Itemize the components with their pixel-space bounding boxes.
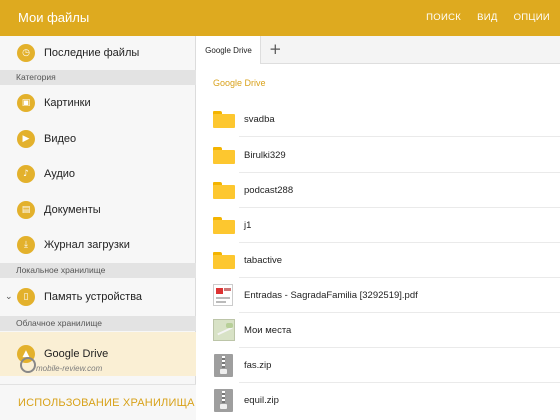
sidebar-item-label: Google Drive (44, 348, 109, 360)
file-name: Мои места (244, 324, 292, 336)
file-name: Birulki329 (244, 149, 286, 161)
file-name: svadba (244, 113, 275, 125)
folder-icon (213, 216, 235, 234)
watermark: mobile-review.com (36, 364, 103, 373)
list-item[interactable]: Entradas - SagradaFamilia [3292519].pdf (197, 277, 560, 313)
section-header-local-storage: Локальное хранилище (0, 263, 196, 278)
list-item[interactable]: tabactive (197, 242, 560, 278)
list-item[interactable]: j1 (197, 207, 560, 243)
file-name: j1 (244, 219, 252, 231)
image-icon: ▣ (17, 94, 35, 112)
pdf-file-icon (213, 284, 233, 306)
clock-icon: ◷ (17, 44, 35, 62)
sidebar-item-label: Видео (44, 133, 77, 145)
folder-icon (213, 146, 235, 164)
list-item[interactable]: svadba (197, 101, 560, 137)
sidebar-item-images[interactable]: ▣ Картинки (0, 86, 196, 120)
chevron-down-icon[interactable]: ⌄ (5, 292, 13, 302)
section-header-cloud-storage: Облачное хранилище (0, 316, 196, 331)
sidebar-item-label: Документы (44, 204, 101, 216)
file-name: Entradas - SagradaFamilia [3292519].pdf (244, 289, 418, 301)
sidebar-item-recent-files[interactable]: ◷ Последние файлы (0, 36, 196, 70)
document-icon: ▤ (17, 201, 35, 219)
file-name: equil.zip (244, 394, 279, 406)
sidebar-item-label: Картинки (44, 97, 91, 109)
plus-icon[interactable]: + (269, 40, 282, 58)
map-icon (213, 319, 235, 341)
tab-bar: Google Drive + (197, 36, 560, 64)
folder-icon (213, 251, 235, 269)
app-bar: Мои файлы ПОИСК ВИД ОПЦИИ (0, 0, 560, 36)
sidebar-item-documents[interactable]: ▤ Документы (0, 193, 196, 227)
download-history-icon: ⤓ (17, 236, 35, 254)
sidebar-item-label: Память устройства (44, 291, 143, 303)
view-button[interactable]: ВИД (477, 12, 498, 23)
storage-usage-bar: ИСПОЛЬЗОВАНИЕ ХРАНИЛИЩА (0, 384, 196, 420)
sidebar-item-video[interactable]: ▶ Видео (0, 122, 196, 156)
sidebar-item-device-storage[interactable]: ⌄ ▯ Память устройства (0, 280, 196, 314)
app-bar-actions: ПОИСК ВИД ОПЦИИ (426, 12, 550, 23)
sidebar-item-download-history[interactable]: ⤓ Журнал загрузки (0, 228, 196, 262)
search-button[interactable]: ПОИСК (426, 12, 461, 23)
tab-google-drive[interactable]: Google Drive (197, 36, 261, 64)
section-header-category: Категория (0, 70, 196, 85)
list-item[interactable]: fas.zip (197, 347, 560, 383)
storage-usage-button[interactable]: ИСПОЛЬЗОВАНИЕ ХРАНИЛИЩА (18, 397, 195, 409)
sidebar-item-label: Журнал загрузки (44, 239, 130, 251)
options-button[interactable]: ОПЦИИ (514, 12, 550, 23)
list-item[interactable]: Birulki329 (197, 137, 560, 173)
list-item[interactable]: Мои места (197, 312, 560, 348)
folder-icon (213, 181, 235, 199)
sidebar: ◷ Последние файлы Категория ▣ Картинки ▶… (0, 36, 196, 420)
music-icon: ♪ (17, 165, 35, 183)
sidebar-item-label: Последние файлы (44, 47, 140, 59)
watermark-logo-icon (20, 357, 36, 373)
breadcrumb: Google Drive (213, 78, 266, 88)
file-list-panel: Google Drive svadba Birulki329 podcast28… (197, 64, 560, 420)
file-name: tabactive (244, 254, 283, 266)
file-name: podcast288 (244, 184, 294, 196)
list-item[interactable]: podcast288 (197, 172, 560, 208)
device-storage-icon: ▯ (17, 288, 35, 306)
zip-file-icon (214, 353, 233, 377)
app-title: Мои файлы (18, 10, 90, 25)
list-item[interactable]: equil.zip (197, 382, 560, 418)
sidebar-item-label: Аудио (44, 168, 76, 180)
file-name: fas.zip (244, 359, 272, 371)
folder-icon (213, 110, 235, 128)
zip-file-icon (214, 388, 233, 412)
sidebar-item-audio[interactable]: ♪ Аудио (0, 157, 196, 191)
video-icon: ▶ (17, 130, 35, 148)
